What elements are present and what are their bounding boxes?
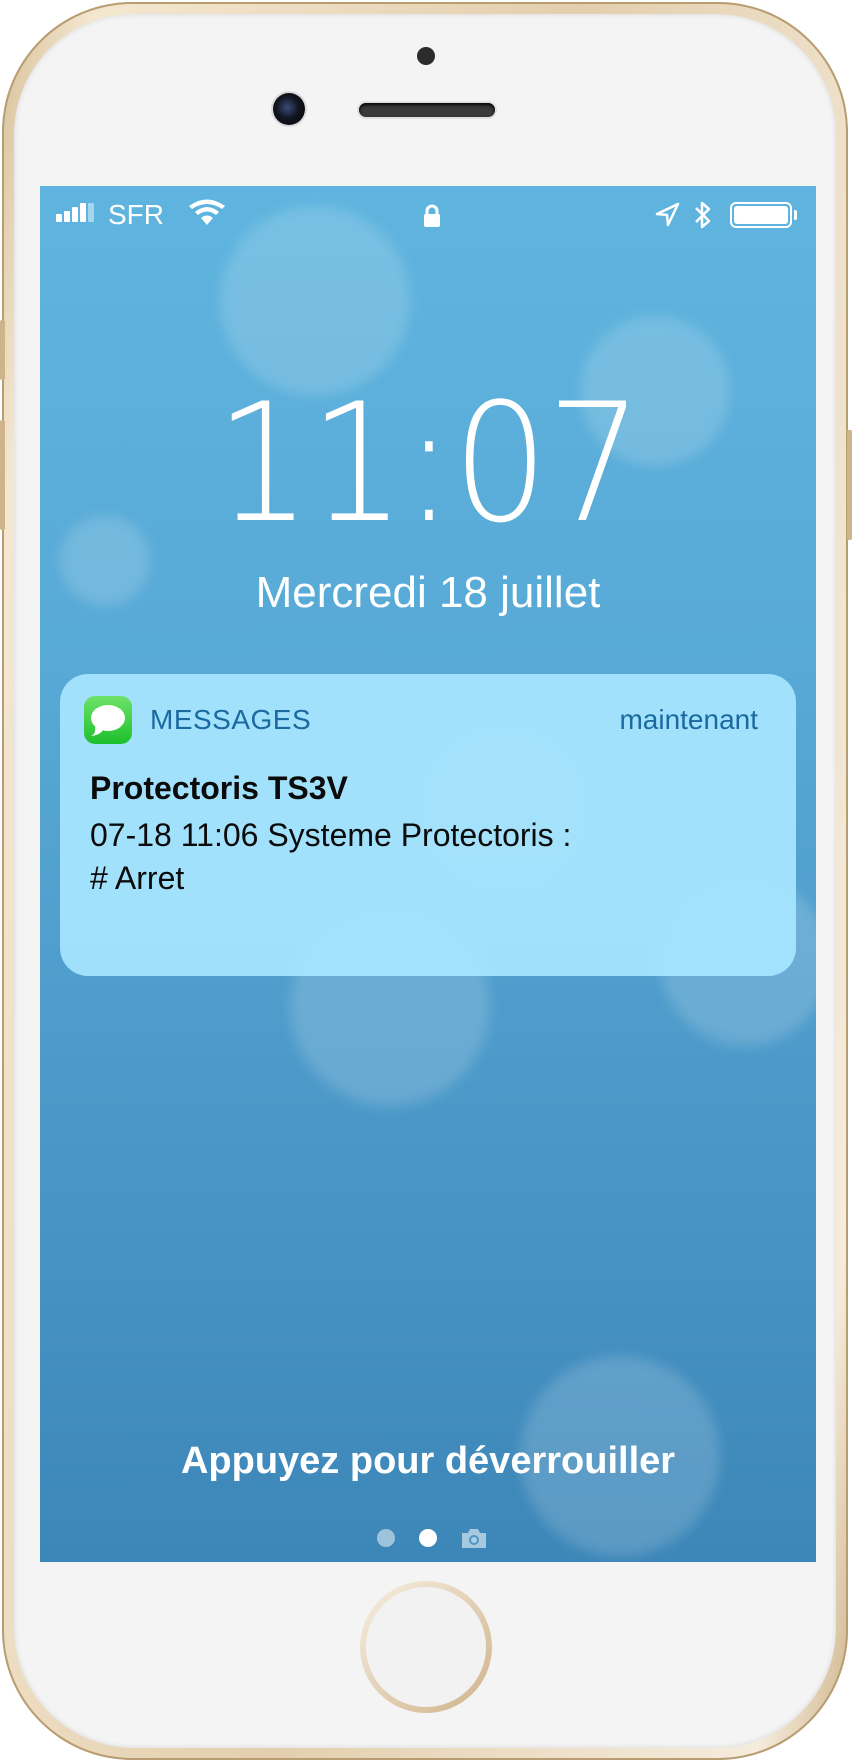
page-dot-active[interactable] <box>419 1529 437 1547</box>
speech-bubble-icon <box>91 705 125 736</box>
carrier-label: SFR <box>108 199 164 230</box>
notification-app-name: MESSAGES <box>150 704 312 735</box>
page-dot[interactable] <box>377 1529 395 1547</box>
notification-body-line: 07-18 11:06 Systeme Protectoris : <box>90 817 572 853</box>
wifi-icon <box>189 199 225 225</box>
bluetooth-icon <box>695 201 711 229</box>
location-arrow-icon <box>655 202 680 227</box>
message-notification[interactable]: MESSAGES maintenant Protectoris TS3V 07-… <box>60 674 796 976</box>
unlock-hint: Appuyez pour déverrouiller <box>180 1440 676 1482</box>
earpiece-speaker <box>359 103 495 117</box>
status-bar: SFR <box>40 186 816 246</box>
notification-body-line: # Arret <box>90 860 185 896</box>
side-button <box>0 420 5 530</box>
front-camera <box>273 93 305 125</box>
messages-app-icon <box>84 696 132 744</box>
lock-icon <box>424 204 440 227</box>
page-indicator <box>40 1526 816 1550</box>
side-button <box>0 320 5 380</box>
lock-time: 11:07 <box>215 368 642 559</box>
home-button[interactable] <box>360 1581 492 1713</box>
battery-icon <box>730 202 792 228</box>
notification-title: Protectoris TS3V <box>90 770 348 806</box>
camera-icon[interactable] <box>460 1526 488 1550</box>
battery-tip <box>794 210 797 220</box>
side-button <box>847 430 852 540</box>
notification-body: 07-18 11:06 Systeme Protectoris : # Arre… <box>90 814 770 900</box>
signal-bars-icon <box>56 202 94 222</box>
notification-time: maintenant <box>619 704 758 735</box>
lock-screen[interactable]: SFR 11:07 Mercredi 18 juillet MESSAGES m… <box>40 186 816 1562</box>
lock-date: Mercredi 18 juillet <box>255 568 601 617</box>
proximity-sensor <box>417 47 435 65</box>
